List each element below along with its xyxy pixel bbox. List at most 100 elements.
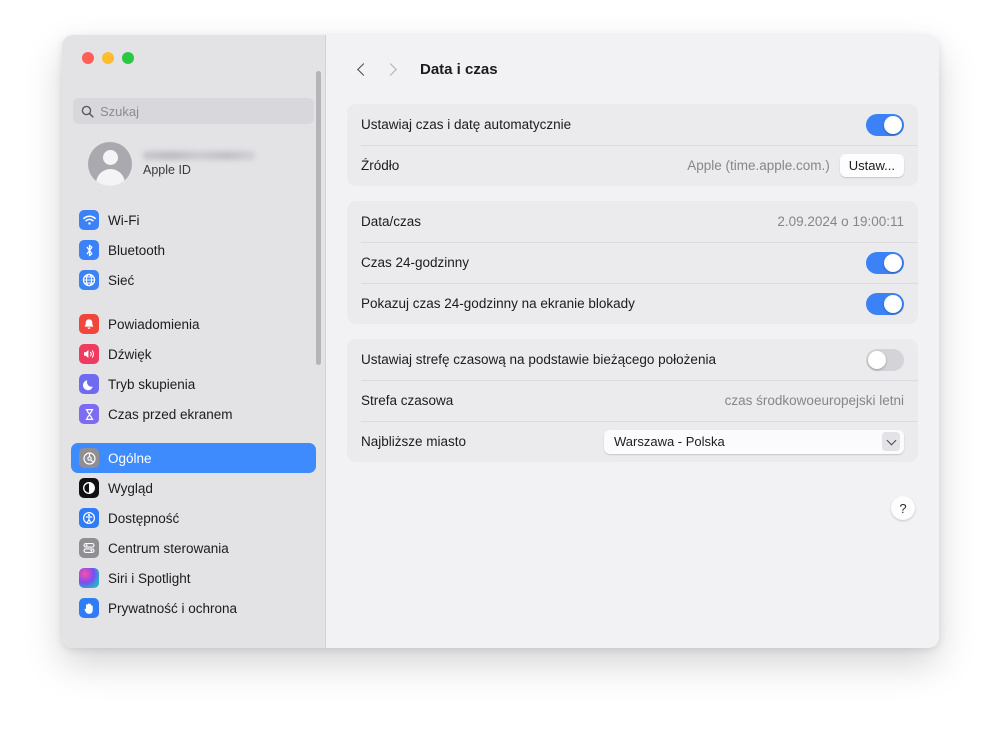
- sidebar-item-network[interactable]: Sieć: [71, 265, 316, 295]
- sidebar-item-label: Wygląd: [108, 480, 153, 496]
- bell-icon: [79, 314, 99, 334]
- sidebar-group-network: Wi-Fi Bluetooth Sieć: [62, 205, 325, 295]
- maximize-button[interactable]: [122, 52, 134, 64]
- sidebar-item-label: Siri i Spotlight: [108, 570, 191, 586]
- sidebar-item-label: Powiadomienia: [108, 316, 200, 332]
- sidebar-group-general: Ogólne Wygląd Dostępność Centrum sterowa…: [62, 443, 325, 623]
- row-label: Ustawiaj czas i datę automatycznie: [361, 117, 572, 132]
- account-subtitle: Apple ID: [143, 163, 191, 177]
- row-label: Czas 24-godzinny: [361, 255, 470, 270]
- toggle-auto-set-time[interactable]: [866, 113, 904, 136]
- account-text: Apple ID: [143, 151, 255, 177]
- appearance-icon: [79, 478, 99, 498]
- row-label: Data/czas: [361, 214, 422, 229]
- sidebar-item-notifications[interactable]: Powiadomienia: [71, 309, 316, 339]
- row-timezone: Strefa czasowa czas środkowoeuropejski l…: [347, 380, 918, 421]
- window-controls: [82, 52, 134, 64]
- card-timezone: Ustawiaj strefę czasową na podstawie bie…: [347, 339, 918, 462]
- moon-icon: [79, 374, 99, 394]
- hand-icon: [79, 598, 99, 618]
- sidebar: Apple ID Wi-Fi: [62, 35, 325, 648]
- page-title: Data i czas: [420, 61, 498, 78]
- sidebar-item-label: Dostępność: [108, 510, 180, 526]
- sidebar-item-label: Ogólne: [108, 450, 152, 466]
- search-input[interactable]: [100, 103, 306, 119]
- toggle-24h-time[interactable]: [866, 251, 904, 274]
- sidebar-item-screen-time[interactable]: Czas przed ekranem: [71, 399, 316, 429]
- sidebar-scroll-area: Apple ID Wi-Fi Bluetooth Sieć Powiadomie…: [62, 133, 325, 648]
- closest-city-value: Warszawa - Polska: [614, 434, 725, 449]
- row-label: Źródło: [361, 158, 400, 173]
- toggle-knob: [884, 115, 902, 134]
- sidebar-item-label: Tryb skupienia: [108, 376, 196, 392]
- sidebar-item-label: Czas przed ekranem: [108, 406, 233, 422]
- settings-window: Apple ID Wi-Fi: [62, 35, 939, 648]
- chevron-down-icon: [882, 432, 900, 451]
- closest-city-dropdown[interactable]: Warszawa - Polska: [604, 429, 904, 454]
- search-icon: [81, 105, 94, 118]
- control-center-icon: [79, 538, 99, 558]
- row-label: Ustawiaj strefę czasową na podstawie bie…: [361, 352, 716, 367]
- chevron-left-icon: [357, 63, 370, 76]
- set-source-button[interactable]: Ustaw...: [839, 154, 904, 177]
- toggle-knob: [884, 253, 902, 272]
- main-pane: Data i czas Ustawiaj czas i datę automat…: [325, 35, 939, 648]
- sidebar-item-accessibility[interactable]: Dostępność: [71, 503, 316, 533]
- globe-icon: [79, 270, 99, 290]
- hourglass-icon: [79, 404, 99, 424]
- toggle-auto-timezone[interactable]: [866, 348, 904, 371]
- accessibility-icon: [79, 508, 99, 528]
- sidebar-item-appearance[interactable]: Wygląd: [71, 473, 316, 503]
- gear-icon: [79, 448, 99, 468]
- sidebar-item-siri-spotlight[interactable]: Siri i Spotlight: [71, 563, 316, 593]
- minimize-button[interactable]: [102, 52, 114, 64]
- sidebar-item-label: Dźwięk: [108, 346, 152, 362]
- sidebar-item-general[interactable]: Ogólne: [71, 443, 316, 473]
- speaker-icon: [79, 344, 99, 364]
- sidebar-item-control-center[interactable]: Centrum sterowania: [71, 533, 316, 563]
- source-value: Apple (time.apple.com.): [687, 158, 830, 173]
- row-source: Źródło Apple (time.apple.com.) Ustaw...: [347, 145, 918, 186]
- card-automatic-time: Ustawiaj czas i datę automatycznie Źródł…: [347, 104, 918, 186]
- sidebar-item-wifi[interactable]: Wi-Fi: [71, 205, 316, 235]
- search-field[interactable]: [73, 98, 314, 124]
- row-datetime: Data/czas 2.09.2024 o 19:00:11: [347, 201, 918, 242]
- avatar: [88, 142, 132, 186]
- card-time-format: Data/czas 2.09.2024 o 19:00:11 Czas 24-g…: [347, 201, 918, 324]
- sidebar-scrollbar[interactable]: [316, 71, 321, 365]
- sidebar-item-label: Prywatność i ochrona: [108, 600, 238, 616]
- siri-icon: [79, 568, 99, 588]
- sidebar-item-privacy-security[interactable]: Prywatność i ochrona: [71, 593, 316, 623]
- account-name-redacted: [143, 151, 255, 160]
- sidebar-item-label: Centrum sterowania: [108, 540, 229, 556]
- row-closest-city: Najbliższe miasto Warszawa - Polska: [347, 421, 918, 462]
- back-button[interactable]: [347, 55, 377, 85]
- toggle-24h-lock-screen[interactable]: [866, 292, 904, 315]
- sidebar-item-sound[interactable]: Dźwięk: [71, 339, 316, 369]
- datetime-value: 2.09.2024 o 19:00:11: [777, 214, 904, 229]
- timezone-value: czas środkowoeuropejski letni: [724, 393, 904, 408]
- row-label: Pokazuj czas 24-godzinny na ekranie blok…: [361, 296, 635, 311]
- chevron-right-icon: [384, 63, 397, 76]
- toolbar: Data i czas: [326, 35, 939, 104]
- account-row[interactable]: Apple ID: [71, 137, 316, 191]
- toggle-knob: [884, 294, 902, 313]
- sidebar-group-system: Powiadomienia Dźwięk Tryb skupienia Czas…: [62, 309, 325, 429]
- sidebar-item-label: Sieć: [108, 272, 135, 288]
- sidebar-item-label: Wi-Fi: [108, 212, 140, 228]
- row-auto-timezone[interactable]: Ustawiaj strefę czasową na podstawie bie…: [347, 339, 918, 380]
- help-button[interactable]: ?: [891, 496, 915, 520]
- settings-content: Ustawiaj czas i datę automatycznie Źródł…: [326, 104, 939, 462]
- row-label: Najbliższe miasto: [361, 434, 467, 449]
- close-button[interactable]: [82, 52, 94, 64]
- sidebar-item-label: Bluetooth: [108, 242, 166, 258]
- toggle-knob: [868, 350, 886, 369]
- wifi-icon: [79, 210, 99, 230]
- row-24h-time[interactable]: Czas 24-godzinny: [347, 242, 918, 283]
- sidebar-item-focus[interactable]: Tryb skupienia: [71, 369, 316, 399]
- row-24h-lock-screen[interactable]: Pokazuj czas 24-godzinny na ekranie blok…: [347, 283, 918, 324]
- sidebar-item-bluetooth[interactable]: Bluetooth: [71, 235, 316, 265]
- bluetooth-icon: [79, 240, 99, 260]
- row-auto-set-time[interactable]: Ustawiaj czas i datę automatycznie: [347, 104, 918, 145]
- forward-button[interactable]: [377, 55, 407, 85]
